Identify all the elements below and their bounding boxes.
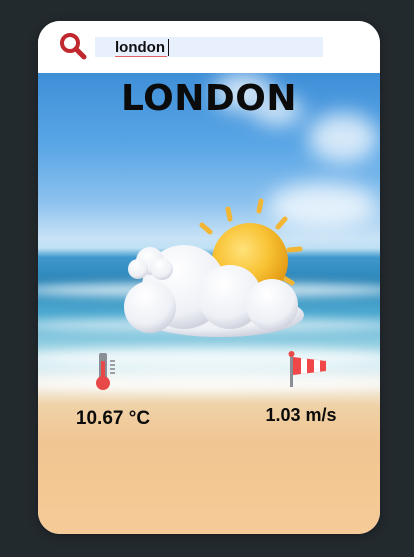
background-cloud	[308, 113, 378, 163]
search-bar	[38, 21, 380, 73]
text-caret	[168, 39, 169, 56]
city-search-input[interactable]	[95, 37, 323, 57]
spellcheck-underline	[115, 56, 167, 57]
weather-card: LONDON	[38, 21, 380, 534]
wind-speed-value: 1.03 m/s	[265, 405, 337, 425]
search-icon	[60, 33, 87, 60]
sun-behind-cloud-icon	[124, 198, 304, 337]
search-button[interactable]	[58, 31, 88, 61]
windsock-icon	[288, 351, 326, 387]
temperature-value: 10.67 °C	[75, 408, 151, 429]
city-name: LONDON	[120, 78, 297, 119]
thermometer-icon	[96, 353, 115, 390]
